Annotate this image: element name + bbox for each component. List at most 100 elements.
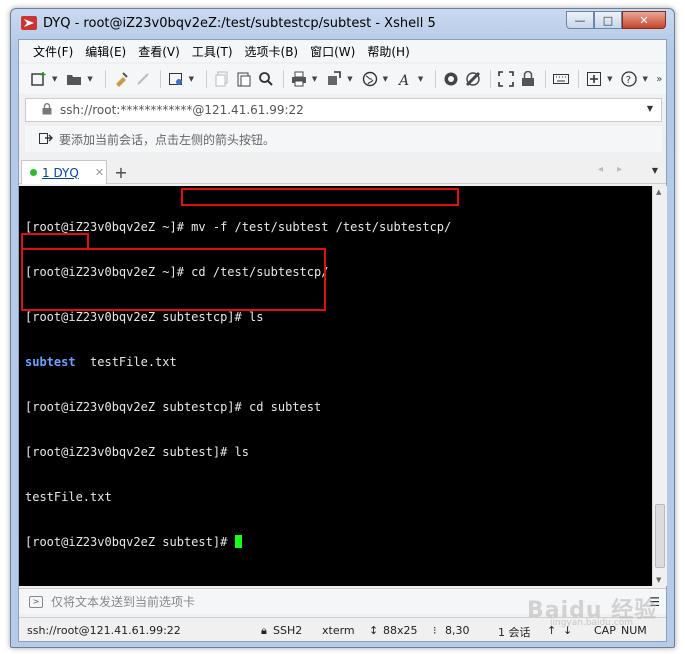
disconnect-icon[interactable]	[133, 68, 153, 90]
tab-bar: 1 DYQ ✕ + ◂▸ ▼	[19, 158, 666, 184]
terminal-scrollbar[interactable]: ▲ ▼	[652, 186, 667, 586]
scroll-down-icon[interactable]: ▼	[656, 576, 661, 584]
chevron-down-icon[interactable]: ▼	[647, 104, 653, 113]
close-button[interactable]: ✕	[622, 11, 666, 29]
chevron-down-icon[interactable]: ▼	[311, 68, 318, 90]
session-hint-bar: 要添加当前会话，点击左侧的箭头按钮。	[25, 126, 662, 152]
font-icon[interactable]: A	[395, 68, 415, 90]
client-area: 文件(F) 编辑(E) 查看(V) 工具(T) 选项卡(B) 窗口(W) 帮助(…	[18, 39, 667, 642]
tab-dyq[interactable]: 1 DYQ ✕	[21, 160, 107, 184]
terminal-line: [root@iZ23v0bqv2eZ subtest]#	[25, 535, 652, 550]
chevron-down-icon[interactable]: ▼	[652, 166, 658, 175]
status-position: 8,30	[445, 624, 470, 637]
terminal-line: [root@iZ23v0bqv2eZ subtestcp]# cd subtes…	[25, 400, 322, 414]
toolbar-separator	[282, 70, 284, 88]
lock-icon[interactable]	[518, 68, 538, 90]
menu-help[interactable]: 帮助(H)	[367, 43, 409, 60]
toolbar-separator	[490, 70, 492, 88]
chevron-down-icon[interactable]: ▼	[346, 68, 353, 90]
status-connection: ssh://root@121.41.61.99:22	[27, 624, 181, 637]
menu-file[interactable]: 文件(F)	[33, 43, 73, 60]
address-bar[interactable]: ssh://root:************@121.41.61.99:22 …	[25, 98, 662, 122]
minimize-button[interactable]: —	[566, 11, 594, 29]
xmanager-icon[interactable]	[463, 68, 483, 90]
chevron-down-icon[interactable]: ▼	[51, 68, 58, 90]
xshell-window: DYQ - root@iZ23v0bqv2eZ:/test/subtestcp/…	[10, 8, 675, 648]
window-title: DYQ - root@iZ23v0bqv2eZ:/test/subtestcp/…	[43, 16, 436, 31]
keyboard-icon[interactable]	[551, 68, 571, 90]
chevron-down-icon[interactable]: ▼	[188, 68, 195, 90]
toolbar-separator	[104, 70, 106, 88]
cursor-position-icon: ⁝	[433, 624, 437, 637]
toolbar-separator	[578, 70, 580, 88]
tab-label[interactable]: 1 DYQ	[42, 166, 79, 180]
scrollbar-thumb[interactable]	[655, 504, 665, 568]
chevron-down-icon[interactable]: ▼	[86, 68, 93, 90]
properties-icon[interactable]	[166, 68, 186, 90]
menu-edit[interactable]: 编辑(E)	[85, 43, 126, 60]
add-tab-icon[interactable]	[584, 68, 604, 90]
terminal-screen[interactable]: [root@iZ23v0bqv2eZ ~]# mv -f /test/subte…	[19, 186, 652, 586]
fullscreen-icon[interactable]	[496, 68, 516, 90]
lock-icon	[42, 102, 52, 118]
menu-tabs[interactable]: 选项卡(B)	[245, 43, 299, 60]
copy-icon[interactable]	[212, 68, 232, 90]
new-session-icon[interactable]	[29, 68, 49, 90]
maximize-button[interactable]: □	[594, 11, 622, 29]
add-tab-button[interactable]: +	[111, 162, 131, 182]
terminal-line: [root@iZ23v0bqv2eZ ~]# mv -f /test/subte…	[25, 220, 452, 234]
terminal-cursor	[234, 535, 242, 548]
chevron-down-icon[interactable]: ▼	[382, 68, 389, 90]
chevron-down-icon[interactable]: ▼	[606, 68, 613, 90]
menu-tools[interactable]: 工具(T)	[192, 43, 233, 60]
tab-scroll-arrows[interactable]: ◂▸	[598, 164, 636, 175]
reconnect-icon[interactable]	[111, 68, 131, 90]
xshell-app-icon	[21, 16, 37, 30]
toolbar-separator	[435, 70, 437, 88]
hint-text: 要添加当前会话，点击左侧的箭头按钮。	[59, 132, 276, 147]
compose-icon: >	[29, 595, 43, 608]
transfer-icon[interactable]	[324, 68, 344, 90]
chevron-down-icon[interactable]: ▼	[417, 68, 424, 90]
terminal-line: testFile.txt	[25, 490, 112, 504]
compose-text[interactable]: 仅将文本发送到当前选项卡	[51, 593, 195, 610]
size-icon: ↕	[369, 624, 379, 637]
print-icon[interactable]	[289, 68, 309, 90]
svg-text:A: A	[397, 73, 409, 87]
menu-bar: 文件(F) 编辑(E) 查看(V) 工具(T) 选项卡(B) 窗口(W) 帮助(…	[19, 40, 666, 62]
connected-status-icon	[30, 169, 37, 176]
address-text[interactable]: ssh://root:************@121.41.61.99:22	[60, 103, 304, 117]
toolbar: ▼ ▼ ▼ ▼ ▼ ▼ A ▼ ▼ ? ▼ »	[19, 64, 666, 94]
open-folder-icon[interactable]	[64, 68, 84, 90]
directory-entry: subtest	[25, 355, 76, 369]
terminal-line: subtest testFile.txt	[25, 355, 177, 369]
menu-view[interactable]: 查看(V)	[138, 43, 180, 60]
status-protocol: SSH2	[273, 624, 303, 637]
terminal-line: [root@iZ23v0bqv2eZ subtestcp]# ls	[25, 310, 264, 324]
status-size: 88x25	[383, 624, 418, 637]
toolbar-separator	[545, 70, 547, 88]
xftp-icon[interactable]	[441, 68, 461, 90]
status-protocol-lock-icon: 🔒︎	[261, 624, 267, 637]
scroll-up-icon[interactable]: ▲	[656, 188, 661, 196]
more-icon[interactable]: »	[655, 68, 664, 90]
status-sessions: 1 会话	[498, 626, 531, 639]
paste-icon[interactable]	[234, 68, 254, 90]
title-bar[interactable]: DYQ - root@iZ23v0bqv2eZ:/test/subtestcp/…	[11, 9, 674, 37]
globe-icon[interactable]	[360, 68, 380, 90]
highlight-box-mv-command	[181, 188, 459, 206]
add-session-arrow-icon[interactable]	[39, 131, 53, 148]
close-icon[interactable]: ✕	[95, 166, 104, 179]
toolbar-separator	[159, 70, 161, 88]
window-controls: — □ ✕	[566, 11, 666, 29]
help-icon[interactable]: ?	[619, 68, 639, 90]
chevron-down-icon[interactable]: ▼	[642, 68, 649, 90]
menu-window[interactable]: 窗口(W)	[310, 43, 355, 60]
svg-text:?: ?	[626, 75, 631, 86]
search-icon[interactable]	[256, 68, 276, 90]
baidu-watermark-url: jingyan.baidu.com	[550, 618, 634, 628]
toolbar-separator	[205, 70, 207, 88]
terminal-line: [root@iZ23v0bqv2eZ subtest]# ls	[25, 445, 249, 459]
highlight-box-cd-ls	[21, 248, 326, 311]
status-terminal-type: xterm	[322, 624, 355, 637]
